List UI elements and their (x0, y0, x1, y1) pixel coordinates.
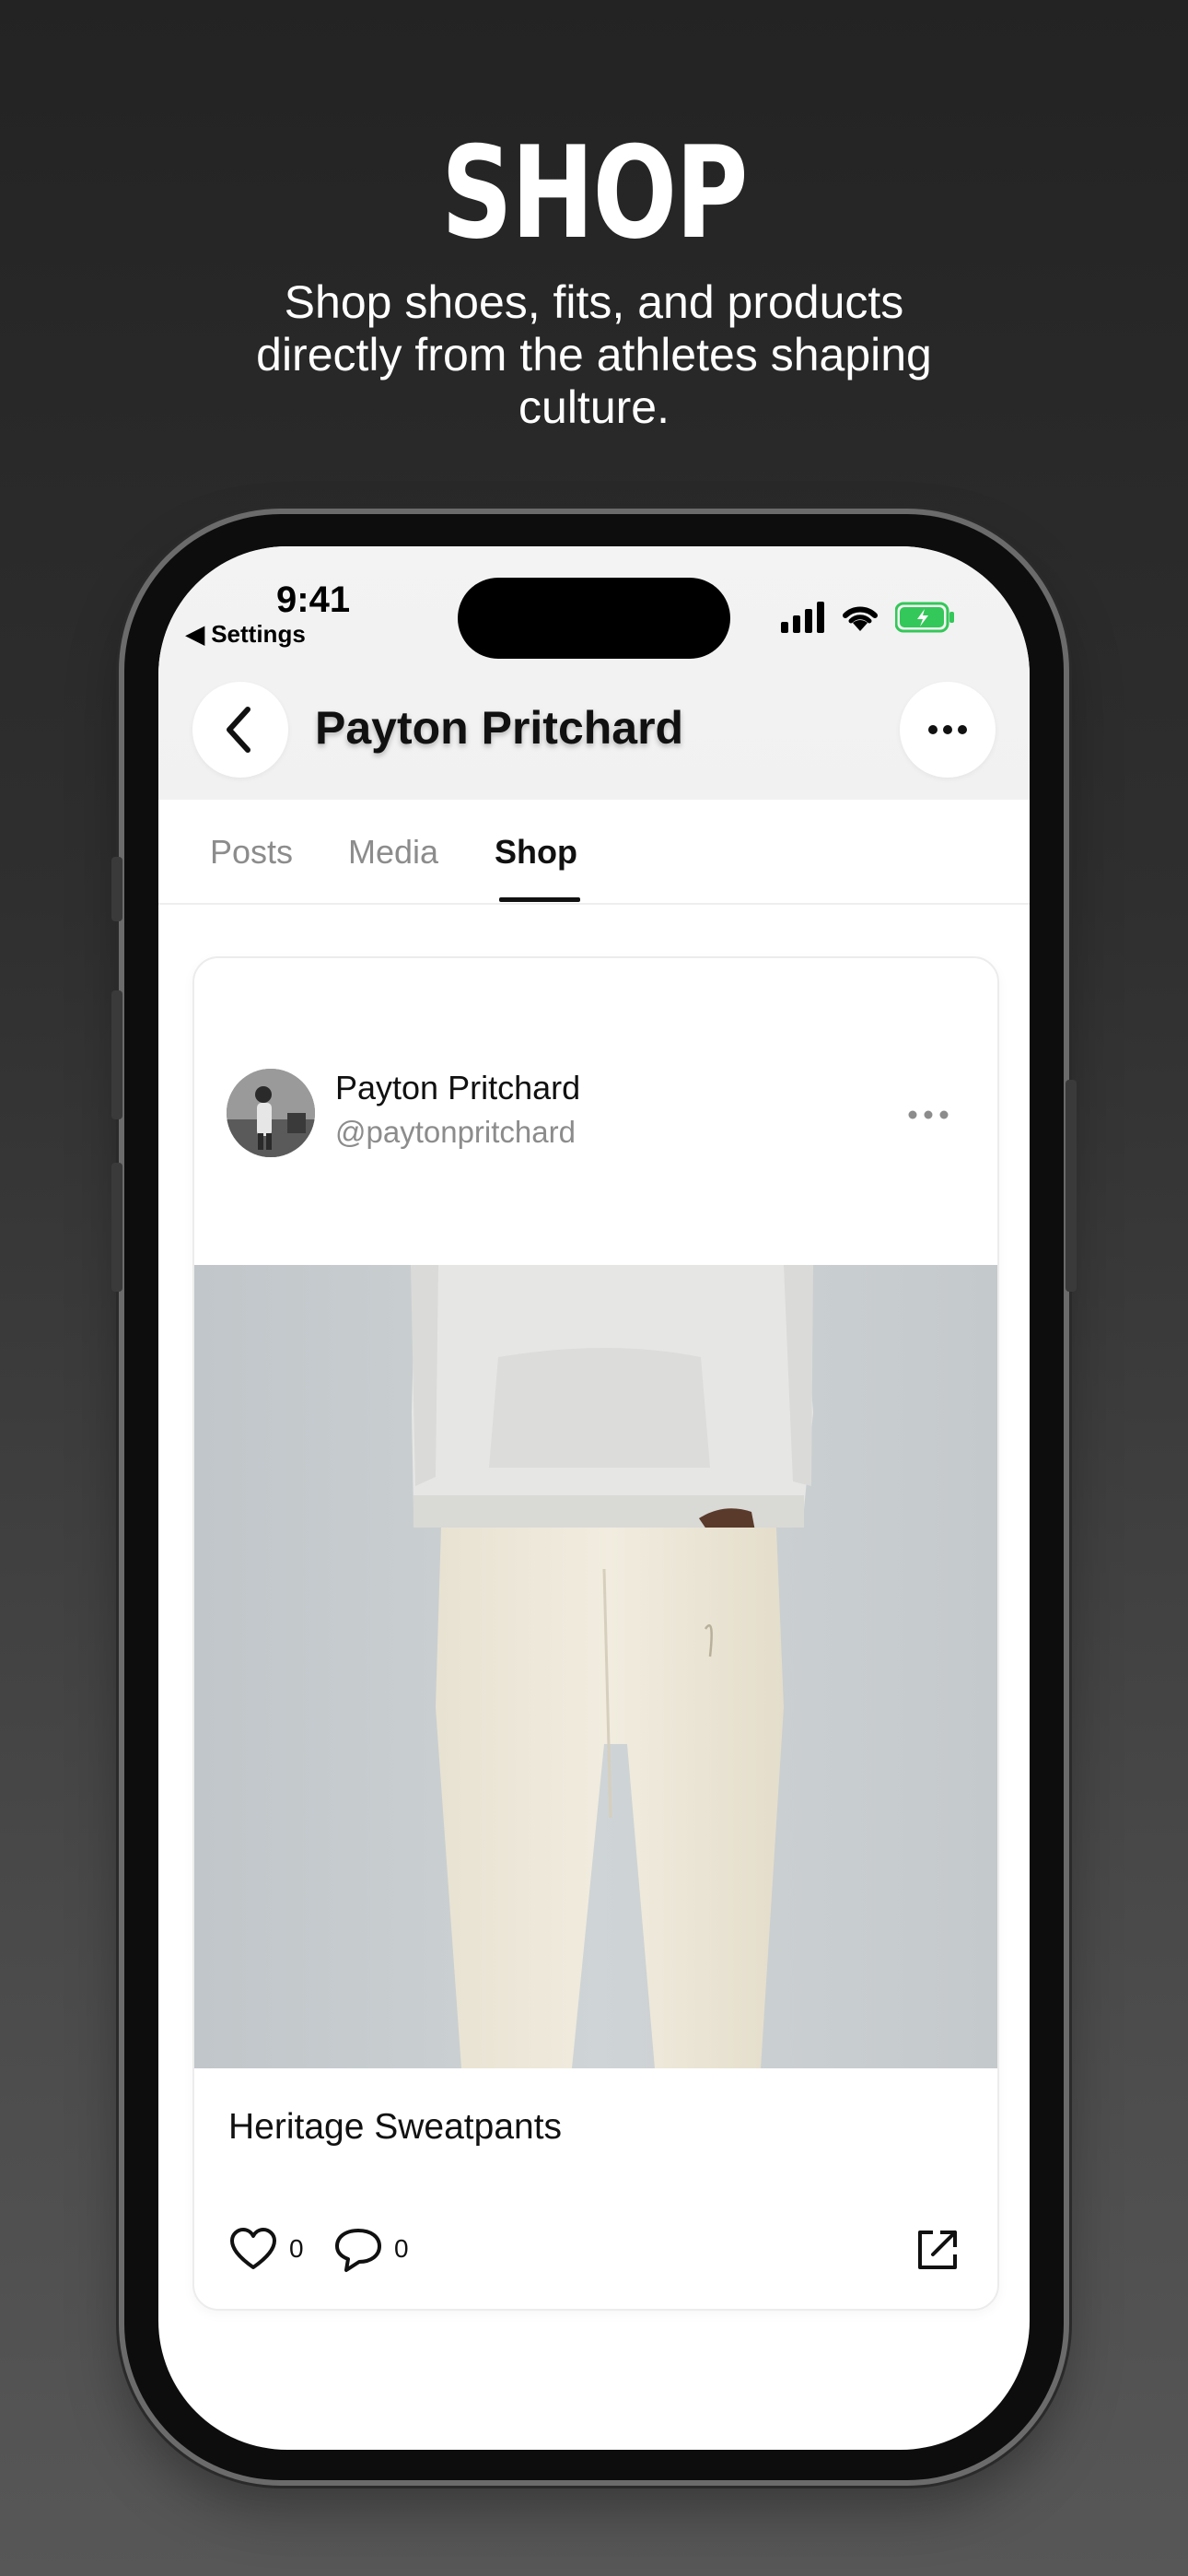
comment-count: 0 (394, 2234, 409, 2263)
tab-shop[interactable]: Shop (495, 833, 577, 872)
post-actions: 0 0 (228, 2225, 965, 2280)
more-options-button[interactable] (900, 682, 996, 778)
status-time: 9:41 (276, 580, 351, 620)
tab-posts[interactable]: Posts (210, 833, 293, 872)
phone-power-button (1066, 1080, 1077, 1292)
profile-tabs: Posts Media Shop (158, 800, 1030, 905)
dynamic-island (458, 578, 730, 659)
external-link-icon[interactable] (913, 2225, 962, 2275)
heart-icon[interactable] (228, 2225, 278, 2275)
author-name[interactable]: Payton Pritchard (335, 1069, 580, 1107)
tab-media[interactable]: Media (348, 833, 438, 872)
more-icon (928, 725, 967, 734)
status-back-link[interactable]: ◀ Settings (186, 620, 306, 649)
post-more-button[interactable] (903, 1106, 959, 1129)
marketing-headline: SHOP (441, 119, 748, 267)
product-image[interactable] (194, 1265, 997, 2068)
active-tab-indicator (499, 897, 580, 902)
phone-side-button (111, 857, 122, 921)
status-icons (781, 602, 956, 638)
battery-icon (895, 602, 954, 633)
like-count: 0 (289, 2234, 304, 2263)
comment-icon[interactable] (333, 2225, 383, 2275)
back-chevron-icon (227, 707, 250, 753)
avatar[interactable] (227, 1069, 315, 1157)
product-title[interactable]: Heritage Sweatpants (228, 2107, 562, 2148)
product-photo (194, 1265, 997, 2068)
phone-volume-up (111, 990, 122, 1119)
marketing-subtitle: Shop shoes, fits, and products directly … (256, 276, 932, 433)
signal-icon (781, 602, 824, 633)
author-handle[interactable]: @paytonpritchard (335, 1115, 576, 1150)
wifi-icon (843, 606, 878, 631)
avatar-photo (227, 1069, 315, 1157)
back-button[interactable] (192, 682, 288, 778)
profile-title: Payton Pritchard (315, 702, 684, 754)
phone-volume-down (111, 1163, 122, 1292)
product-post-card[interactable]: Payton Pritchard @paytonpritchard Herita… (192, 956, 999, 2311)
phone-screen: 9:41 ◀ Settings Payton Pritchard Posts M… (158, 546, 1030, 2450)
more-icon (908, 1110, 949, 1119)
